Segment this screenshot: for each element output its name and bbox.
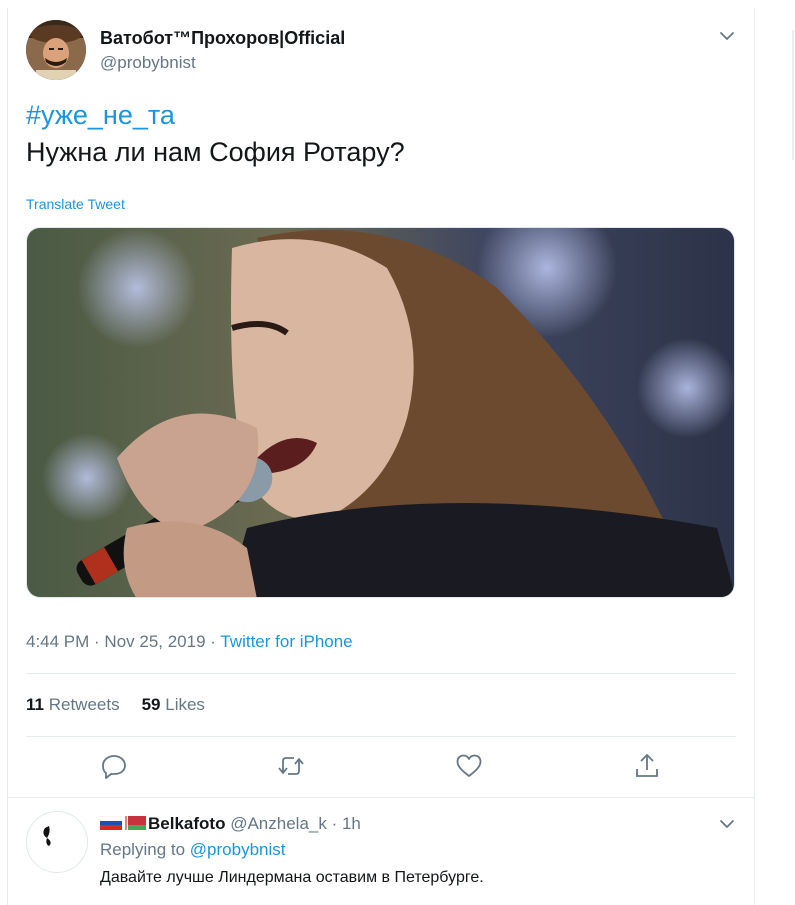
hashtag-link[interactable]: #уже_не_та	[26, 100, 175, 131]
chevron-down-icon[interactable]	[719, 816, 735, 832]
divider	[26, 736, 736, 737]
tweet-source-link[interactable]: Twitter for iPhone	[220, 632, 352, 651]
author-handle[interactable]: @probybnist	[100, 53, 196, 73]
reply-author-avatar[interactable]	[26, 811, 88, 873]
tweet-photo[interactable]	[26, 227, 735, 598]
author-avatar[interactable]	[26, 20, 86, 80]
retweets-stat[interactable]: 11 Retweets	[26, 695, 120, 714]
author-name[interactable]: Ватобот™Прохоров|Official	[100, 28, 345, 49]
likes-stat[interactable]: 59 Likes	[142, 695, 205, 714]
tweet-time[interactable]: 4:44 PM · Nov 25, 2019 ·	[26, 632, 220, 651]
chevron-down-icon[interactable]	[719, 28, 735, 44]
translate-tweet-link[interactable]: Translate Tweet	[26, 196, 125, 212]
russia-flag-icon	[100, 816, 122, 830]
tweet-stats: 11 Retweets 59 Likes	[26, 695, 205, 715]
reply-text: Давайте лучше Линдермана оставим в Петер…	[100, 869, 484, 886]
reply-author-handle[interactable]: @Anzhela_k · 1h	[230, 814, 361, 833]
tweet-timestamp: 4:44 PM · Nov 25, 2019 · Twitter for iPh…	[26, 632, 353, 652]
tweet-text: Нужна ли нам София Ротару?	[26, 137, 405, 167]
belarus-flag-icon	[124, 816, 146, 830]
tweet-actions	[100, 752, 660, 782]
replying-to: Replying to @probybnist	[100, 840, 286, 859]
divider	[8, 797, 755, 798]
divider	[26, 673, 736, 674]
reply-tweet[interactable]: Belkafoto @Anzhela_k · 1h Replying to @p…	[26, 808, 746, 905]
reply-author-name[interactable]: Belkafoto	[148, 814, 225, 833]
reply-icon[interactable]	[100, 752, 128, 780]
share-icon[interactable]	[633, 752, 661, 780]
reply-header: Belkafoto @Anzhela_k · 1h	[100, 814, 361, 834]
heart-icon[interactable]	[455, 752, 483, 780]
column-edge	[792, 30, 794, 160]
tweet-header: Ватобот™Прохоров|Official @probybnist	[26, 20, 746, 82]
replying-to-link[interactable]: @probybnist	[190, 840, 286, 859]
retweet-icon[interactable]	[277, 752, 305, 780]
